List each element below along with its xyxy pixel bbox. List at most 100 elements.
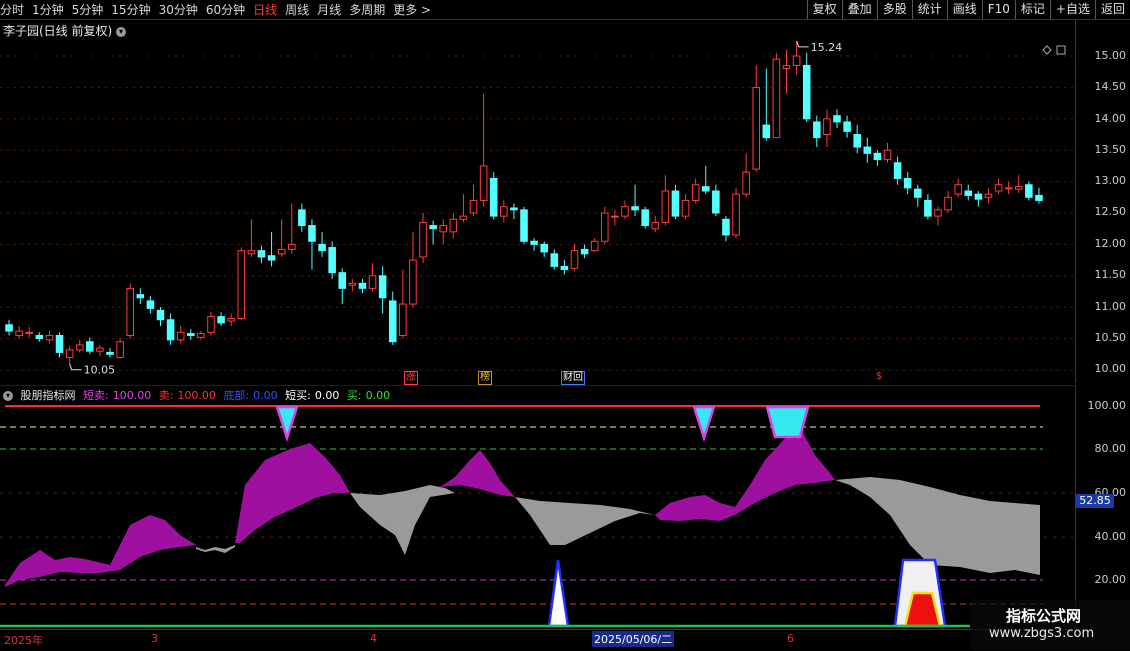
price-tick: 14.00 xyxy=(1094,112,1127,125)
candle-up xyxy=(742,171,750,195)
candle-down xyxy=(813,121,821,139)
candle-up xyxy=(772,58,781,139)
candle-up xyxy=(439,225,448,233)
candle-up xyxy=(1004,187,1013,190)
period-toolbar: 分时 1分钟 5分钟 15分钟 30分钟 60分钟 日线 周线 月线 多周期 更… xyxy=(0,0,1130,20)
diamond-icon[interactable] xyxy=(1042,45,1052,55)
candle-down xyxy=(146,300,155,309)
candle-up xyxy=(1014,186,1023,190)
indicator-chart[interactable] xyxy=(0,385,1075,628)
candle-down xyxy=(964,190,973,196)
candle-down xyxy=(338,272,347,289)
candle-down xyxy=(560,265,569,271)
candle-down xyxy=(166,319,175,341)
date-tick: 2025年 xyxy=(4,634,43,647)
statistics-button[interactable]: 统计 xyxy=(911,0,947,19)
candle-down xyxy=(156,309,165,321)
tab-period[interactable]: 周线 xyxy=(285,1,309,18)
tab-period[interactable]: 分时 xyxy=(0,1,24,18)
tab-period[interactable]: 5分钟 xyxy=(72,1,104,18)
candle-up xyxy=(227,318,235,322)
tab-period[interactable]: 60分钟 xyxy=(206,1,245,18)
gray-area xyxy=(350,485,455,555)
price-tick: 11.50 xyxy=(1094,268,1127,281)
candle-up xyxy=(611,215,619,218)
event-badge[interactable]: 榜 xyxy=(478,371,492,385)
indicator-tick: 20.00 xyxy=(1094,573,1127,586)
candle-down xyxy=(863,146,872,154)
candle-up xyxy=(782,64,791,70)
restore-rights-button[interactable]: 复权 xyxy=(806,0,842,19)
candle-down xyxy=(1025,184,1033,198)
tab-period[interactable]: 月线 xyxy=(317,1,341,18)
candle-up xyxy=(661,190,670,223)
mark-button[interactable]: 标记 xyxy=(1014,0,1050,19)
candle-up xyxy=(237,250,246,320)
purple-area xyxy=(655,427,835,521)
candle-up xyxy=(207,316,215,333)
candle-up xyxy=(45,334,54,341)
candle-down xyxy=(489,177,498,217)
overlay-button[interactable]: 叠加 xyxy=(841,0,877,19)
candle-up xyxy=(752,86,761,170)
tab-period[interactable]: 多周期 xyxy=(349,1,385,18)
gray-area xyxy=(515,497,655,545)
candle-down xyxy=(924,199,932,217)
event-badge[interactable]: $ xyxy=(875,371,883,383)
purple-area xyxy=(440,450,515,497)
candle-down xyxy=(802,64,811,120)
event-badge[interactable]: 涨 xyxy=(404,371,418,385)
tab-period[interactable]: 1分钟 xyxy=(32,1,64,18)
candle-up xyxy=(600,212,609,242)
candle-down xyxy=(853,134,861,148)
action-buttons: 复权 叠加 多股 统计 画线 F10 标记 +自选 返回 xyxy=(806,0,1130,19)
price-tick: 11.00 xyxy=(1094,300,1127,313)
price-tick: 13.50 xyxy=(1094,143,1127,156)
candle-down xyxy=(136,294,145,299)
candle-up xyxy=(399,303,407,336)
candle-down xyxy=(893,162,902,179)
price-tick: 12.50 xyxy=(1094,205,1127,218)
candle-up xyxy=(449,218,458,233)
low-label: 10.05 xyxy=(84,364,116,377)
purple-area xyxy=(235,443,350,543)
candlestick-chart[interactable]: 15.24 10.05 xyxy=(0,20,1075,384)
candle-down xyxy=(974,193,983,200)
draw-line-button[interactable]: 画线 xyxy=(946,0,982,19)
candle-down xyxy=(510,207,518,211)
candle-down xyxy=(580,248,589,255)
tab-period[interactable]: 30分钟 xyxy=(159,1,198,18)
candle-down xyxy=(722,218,730,236)
tab-period[interactable]: 15分钟 xyxy=(111,1,150,18)
candle-down xyxy=(187,333,195,336)
candle-up xyxy=(792,55,801,66)
back-button[interactable]: 返回 xyxy=(1094,0,1130,19)
price-tick: 14.50 xyxy=(1094,80,1127,93)
more-periods-button[interactable]: 更多 > xyxy=(393,1,431,18)
candle-down xyxy=(712,190,720,214)
candle-up xyxy=(883,149,892,161)
window-icon[interactable] xyxy=(1056,45,1066,55)
short-sell-signal xyxy=(692,405,716,443)
f10-button[interactable]: F10 xyxy=(981,0,1015,19)
candle-up xyxy=(176,331,185,341)
candle-down xyxy=(328,247,336,274)
add-watchlist-button[interactable]: +自选 xyxy=(1049,0,1095,19)
candle-up xyxy=(570,250,579,269)
candle-down xyxy=(378,275,387,299)
candle-up xyxy=(479,165,488,201)
candle-up xyxy=(247,250,256,255)
indicator-tick: 40.00 xyxy=(1094,530,1127,543)
multi-stock-button[interactable]: 多股 xyxy=(876,0,912,19)
price-tick: 10.00 xyxy=(1094,362,1127,375)
candle-up xyxy=(621,206,629,217)
candle-down xyxy=(530,240,538,245)
event-badge[interactable]: 财回 xyxy=(561,371,585,385)
candle-down xyxy=(106,351,114,355)
candle-down xyxy=(762,124,771,139)
crosshair-date: 2025/05/06/二 xyxy=(592,631,675,647)
tab-period-active[interactable]: 日线 xyxy=(253,1,277,18)
candle-up xyxy=(15,330,23,336)
candle-down xyxy=(843,121,851,132)
watermark-title: 指标公式网 xyxy=(1006,607,1082,625)
